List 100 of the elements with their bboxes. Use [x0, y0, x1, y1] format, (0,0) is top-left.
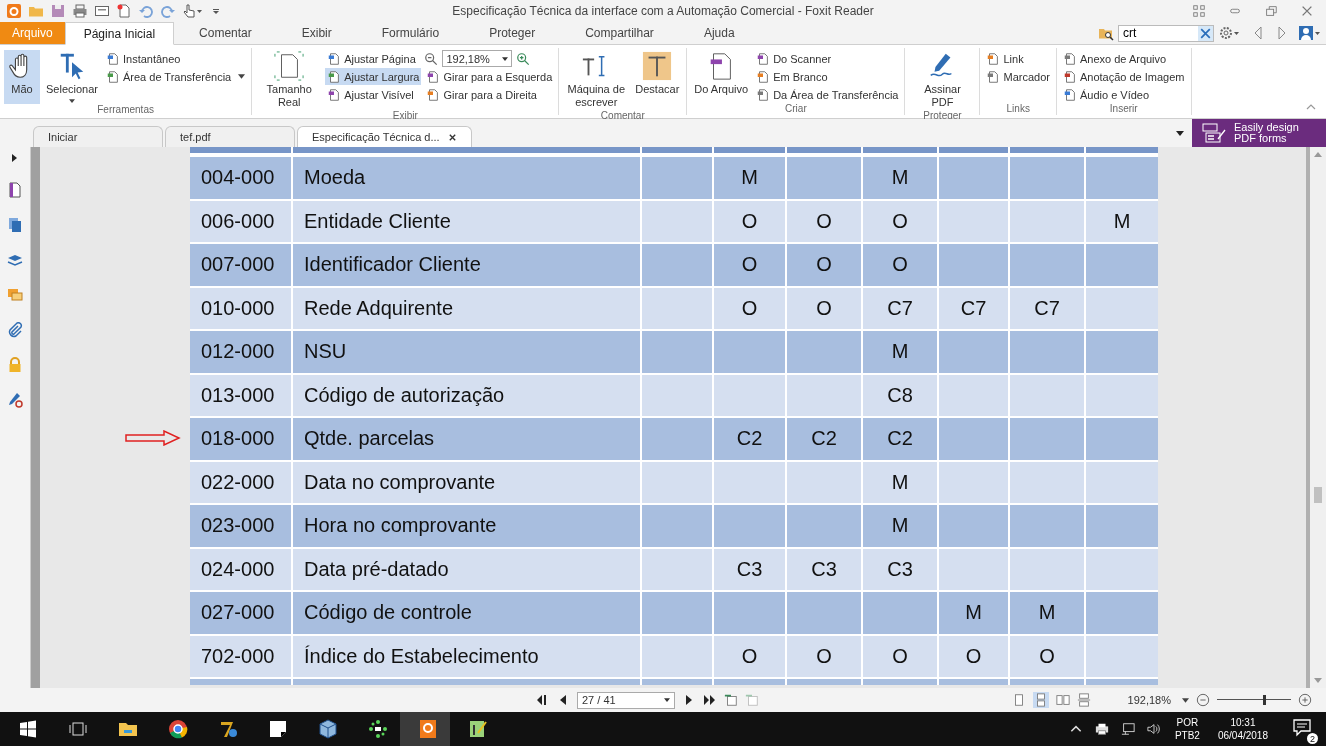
caret-icon[interactable] — [1182, 697, 1189, 703]
ribbon-tab[interactable]: Formulário — [356, 22, 465, 44]
ribbon-button[interactable]: Ajustar Largura — [325, 68, 422, 85]
settings-icon[interactable] — [1218, 25, 1242, 41]
language-label[interactable]: POR — [1176, 716, 1199, 729]
ribbon-tab[interactable]: Página Inicial — [64, 22, 175, 45]
document-tab[interactable]: Iniciar — [33, 126, 163, 147]
scrollbar-thumb[interactable] — [1314, 487, 1322, 503]
tab-list-caret-icon[interactable] — [1176, 130, 1184, 136]
first-page-icon[interactable] — [535, 693, 549, 707]
table-cell — [1086, 635, 1158, 677]
ribbon-tab[interactable]: Compartilhar — [560, 22, 679, 44]
ribbon-button[interactable]: Do Scanner — [754, 50, 901, 67]
network-icon[interactable] — [1120, 722, 1135, 736]
table-cell: Código de autorização — [293, 374, 640, 416]
ribbon-tab[interactable]: Proteger — [464, 22, 561, 44]
ribbon-button[interactable]: Área de Transferência — [104, 68, 248, 85]
app-logo-icon[interactable] — [6, 3, 22, 19]
notification-icon[interactable] — [1292, 717, 1312, 737]
new-page-icon[interactable] — [116, 3, 132, 19]
table-cell: M — [863, 505, 937, 547]
dots-icon[interactable] — [368, 719, 388, 739]
table-cell: 018-000 — [190, 418, 291, 460]
printer-icon[interactable] — [1094, 722, 1109, 736]
ribbon-button[interactable]: Em Branco — [754, 68, 901, 85]
print-icon[interactable] — [72, 3, 88, 19]
browser-icon[interactable] — [168, 719, 188, 739]
table-cell — [939, 418, 1008, 460]
close-icon[interactable] — [447, 132, 457, 142]
ribbon-button[interactable]: Girar para a Direita — [424, 86, 555, 103]
ribbon-button[interactable]: Da Área de Transferência — [754, 86, 901, 103]
ribbon-button[interactable]: Assinar PDF — [909, 50, 976, 110]
page-number-field[interactable]: 27 / 41 — [577, 691, 675, 709]
scroll-down-icon[interactable] — [1314, 678, 1322, 683]
fullscreen-icon[interactable] — [1192, 4, 1206, 18]
zoom-out-icon[interactable] — [424, 51, 439, 66]
document-icon — [426, 87, 441, 102]
document-icon — [426, 69, 441, 84]
table-cell — [642, 418, 712, 460]
ribbon-tab[interactable]: Comentar — [174, 22, 277, 44]
zoom-out-icon[interactable] — [1196, 693, 1210, 707]
task-view-icon[interactable] — [68, 719, 88, 739]
zoom-slider-thumb[interactable] — [1262, 695, 1266, 705]
ribbon-button[interactable]: Link — [984, 50, 1052, 67]
screen-icon[interactable] — [94, 3, 110, 19]
save-icon[interactable] — [50, 3, 66, 19]
ribbon-button[interactable]: Instantâneo — [104, 50, 248, 67]
restore-icon[interactable] — [1264, 4, 1278, 18]
zoom-in-icon[interactable] — [1298, 693, 1312, 707]
ribbon-tab[interactable]: Exibir — [276, 22, 357, 44]
ribbon-button[interactable]: Selecionar — [43, 50, 101, 104]
scroll-up-icon[interactable] — [1314, 152, 1322, 157]
previous-view-icon[interactable] — [724, 693, 738, 707]
ribbon-button[interactable]: Tamanho Real — [256, 50, 323, 110]
continuous-page-icon[interactable] — [1032, 692, 1049, 708]
ribbon-button[interactable]: Anotação de Imagem — [1060, 68, 1187, 85]
layers-icon[interactable] — [7, 252, 23, 268]
last-page-icon[interactable] — [703, 693, 717, 707]
scrollbar[interactable] — [1310, 147, 1326, 688]
promo-banner[interactable]: Easily design PDF forms — [1192, 119, 1326, 147]
ribbon-button[interactable]: Mão — [4, 50, 40, 104]
table-cell: 006-000 — [190, 200, 291, 242]
table-cell: O — [863, 200, 937, 242]
clock-date[interactable]: 06/04/2018 — [1217, 729, 1268, 742]
notepad-icon[interactable] — [468, 719, 488, 739]
ribbon-button[interactable]: Marcador — [984, 68, 1052, 85]
zoom-in-icon[interactable] — [516, 51, 531, 66]
collapse-icon[interactable] — [1306, 104, 1316, 110]
ribbon-button[interactable]: Máquina de escrever — [563, 50, 630, 110]
ribbon-tab[interactable]: Ajuda — [678, 22, 760, 44]
ribbon-button[interactable]: Anexo de Arquivo — [1060, 50, 1187, 67]
paperclip-icon[interactable] — [7, 322, 23, 338]
ribbon-button[interactable]: Girar para a Esquerda — [424, 68, 555, 85]
document-tab[interactable]: tef.pdf — [165, 126, 295, 147]
page-icon — [274, 51, 305, 81]
zoom-level[interactable]: 192,18% — [1127, 694, 1171, 706]
clock-time[interactable]: 10:31 — [1230, 716, 1256, 729]
windows-logo-icon[interactable] — [18, 719, 38, 739]
ribbon-button[interactable]: Destacar — [632, 50, 683, 110]
archive-app-icon[interactable] — [218, 719, 238, 739]
ribbon-button[interactable]: Ajustar Página — [325, 50, 422, 67]
pdf-reader-icon[interactable] — [418, 719, 438, 739]
cube-icon[interactable] — [318, 719, 338, 739]
ribbon-button[interactable]: Do Arquivo — [691, 50, 752, 103]
page-icon[interactable] — [7, 182, 23, 198]
table-cell — [642, 331, 712, 373]
keyboard-layout-label[interactable]: PTB2 — [1174, 729, 1200, 742]
volume-icon[interactable] — [1146, 722, 1161, 736]
note-icon[interactable] — [268, 719, 288, 739]
ribbon-button[interactable]: Áudio e Vídeo — [1060, 86, 1187, 103]
split-page-icon[interactable] — [1076, 693, 1091, 707]
ribbon-button[interactable]: Ajustar Visível — [325, 86, 422, 103]
pages-icon[interactable] — [7, 217, 23, 233]
facing-pages-icon[interactable] — [1055, 693, 1070, 707]
zoom-dropdown[interactable]: 192,18% — [442, 50, 513, 67]
table-cell — [1086, 147, 1158, 153]
signature-icon[interactable] — [7, 392, 23, 408]
user-icon[interactable] — [1298, 25, 1322, 41]
table-cell: O — [863, 244, 937, 286]
document-tab[interactable]: Especificação Técnica d... — [297, 126, 472, 147]
